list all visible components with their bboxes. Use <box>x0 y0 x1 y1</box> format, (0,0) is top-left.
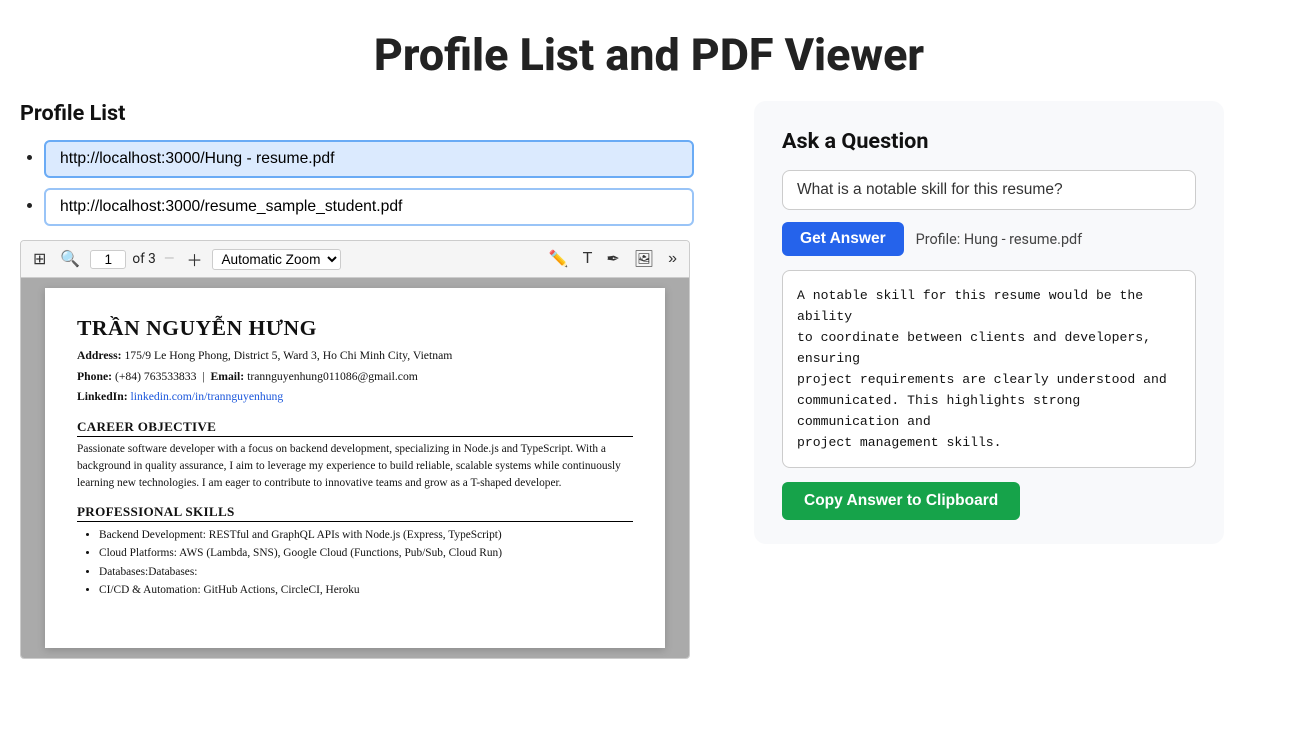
pdf-viewer: ⊞ 🔍 of 3 — ＋ Automatic Zoom ✏️ T ✒ 🖼 » <box>20 240 690 659</box>
skill-item: Backend Development: RESTful and GraphQL… <box>99 526 633 544</box>
skill-item: Databases:Databases: <box>99 563 633 581</box>
profile-item-1[interactable]: http://localhost:3000/Hung - resume.pdf <box>44 140 694 178</box>
resume-linkedin: LinkedIn: linkedin.com/in/trannguyenhung <box>77 388 633 407</box>
text-tool-icon[interactable]: T <box>579 248 597 270</box>
right-panel: Ask a Question Get Answer Profile: Hung … <box>754 101 1278 544</box>
email-label: Email: <box>210 370 244 383</box>
resume-name: TRẦN NGUYỄN HƯNG <box>77 316 633 341</box>
profile-list: http://localhost:3000/Hung - resume.pdf … <box>20 140 730 226</box>
question-input[interactable] <box>782 170 1196 210</box>
ask-action-row: Get Answer Profile: Hung - resume.pdf <box>782 222 1196 256</box>
image-icon[interactable]: 🖼 <box>630 247 658 271</box>
skill-item: CI/CD & Automation: GitHub Actions, Circ… <box>99 581 633 599</box>
pdf-page: TRẦN NGUYỄN HƯNG Address: 175/9 Le Hong … <box>45 288 665 648</box>
phone-value: (+84) 763533833 <box>115 370 196 383</box>
list-item: http://localhost:3000/resume_sample_stud… <box>44 188 730 226</box>
annotate-icon[interactable]: ✏️ <box>545 247 573 271</box>
resume-phone-email: Phone: (+84) 763533833 | Email: trannguy… <box>77 368 633 387</box>
toggle-sidebar-icon[interactable]: ⊞ <box>29 247 50 271</box>
get-answer-button[interactable]: Get Answer <box>782 222 904 256</box>
career-objective-title: CAREER OBJECTIVE <box>77 419 633 437</box>
skills-list: Backend Development: RESTful and GraphQL… <box>77 526 633 599</box>
profile-item-2[interactable]: http://localhost:3000/resume_sample_stud… <box>44 188 694 226</box>
answer-box: A notable skill for this resume would be… <box>782 270 1196 468</box>
zoom-select[interactable]: Automatic Zoom <box>212 249 341 270</box>
zoom-out-icon[interactable]: ＋ <box>182 245 206 273</box>
page-title: Profile List and PDF Viewer <box>0 0 1298 101</box>
skills-title: PROFESSIONAL SKILLS <box>77 504 633 522</box>
pdf-toolbar: ⊞ 🔍 of 3 — ＋ Automatic Zoom ✏️ T ✒ 🖼 » <box>21 241 689 278</box>
list-item: http://localhost:3000/Hung - resume.pdf <box>44 140 730 178</box>
profile-label: Profile: Hung - resume.pdf <box>916 231 1083 248</box>
search-icon[interactable]: 🔍 <box>56 247 84 271</box>
more-icon[interactable]: » <box>664 248 681 270</box>
ask-title: Ask a Question <box>782 129 1196 154</box>
phone-label: Phone: <box>77 370 112 383</box>
email-value: trannguyenhung011086@gmail.com <box>247 370 418 383</box>
linkedin-link[interactable]: linkedin.com/in/trannguyenhung <box>131 390 284 403</box>
profile-list-heading: Profile List <box>20 101 730 126</box>
address-value: 175/9 Le Hong Phong, District 5, Ward 3,… <box>124 349 452 362</box>
page-total: of 3 <box>132 251 156 267</box>
divider: — <box>164 251 175 267</box>
copy-answer-button[interactable]: Copy Answer to Clipboard <box>782 482 1020 520</box>
address-label: Address: <box>77 349 122 362</box>
linkedin-label: LinkedIn: <box>77 390 128 403</box>
page-number-input[interactable] <box>90 250 126 269</box>
ask-box: Ask a Question Get Answer Profile: Hung … <box>754 101 1224 544</box>
left-panel: Profile List http://localhost:3000/Hung … <box>20 101 730 659</box>
skill-item: Cloud Platforms: AWS (Lambda, SNS), Goog… <box>99 544 633 562</box>
career-objective-text: Passionate software developer with a foc… <box>77 441 633 492</box>
draw-icon[interactable]: ✒ <box>602 247 623 271</box>
resume-address: Address: 175/9 Le Hong Phong, District 5… <box>77 347 633 366</box>
pdf-content: TRẦN NGUYỄN HƯNG Address: 175/9 Le Hong … <box>21 278 689 658</box>
